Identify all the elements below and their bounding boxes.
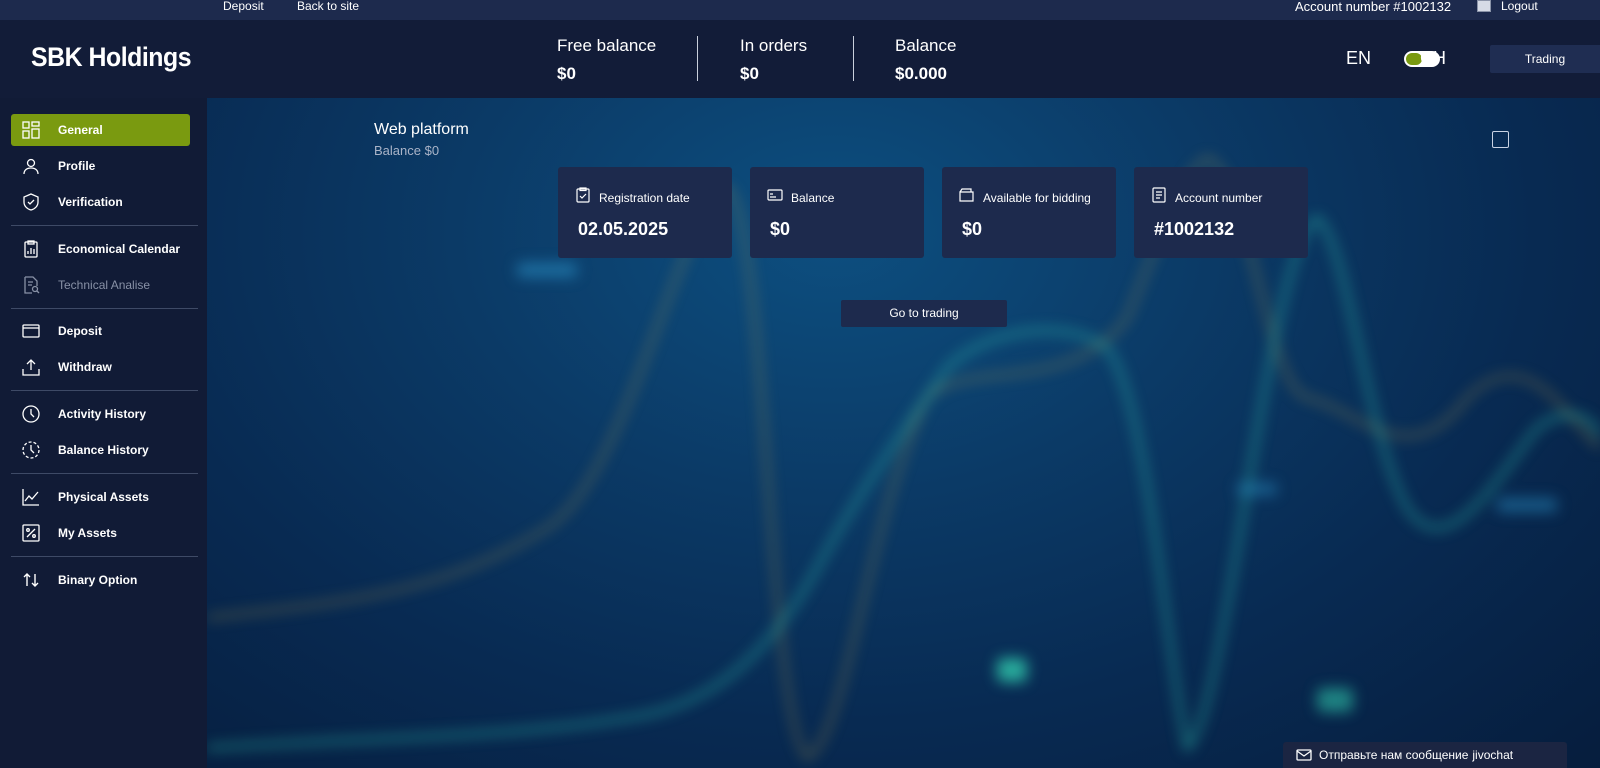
card-account-number: Account number #1002132 bbox=[1134, 167, 1308, 258]
sidebar-divider bbox=[11, 225, 198, 226]
trading-button[interactable]: Trading bbox=[1490, 45, 1600, 73]
sidebar-item-withdraw[interactable]: Withdraw bbox=[11, 351, 190, 383]
sidebar-item-label: Activity History bbox=[58, 407, 147, 421]
top-strip: Deposit Back to site Account number #100… bbox=[0, 0, 1600, 20]
go-to-trading-button[interactable]: Go to trading bbox=[841, 300, 1007, 327]
clipboard-chart-icon bbox=[21, 239, 41, 259]
stat-value: $0 bbox=[740, 64, 759, 83]
stat-value: $0 bbox=[557, 64, 576, 83]
grid-icon bbox=[21, 120, 41, 140]
main-content: Web platform Balance $0 Registration dat… bbox=[207, 98, 1600, 768]
sidebar-item-verification[interactable]: Verification bbox=[11, 186, 190, 218]
sidebar-item-technical-analise[interactable]: Technical Analise bbox=[11, 269, 190, 301]
card-available-for-bidding: Available for bidding $0 bbox=[942, 167, 1116, 258]
sidebar-item-deposit[interactable]: Deposit bbox=[11, 315, 190, 347]
chat-brand: jivochat bbox=[1472, 748, 1514, 762]
sidebar-item-label: Technical Analise bbox=[58, 278, 151, 292]
sidebar-item-general[interactable]: General bbox=[11, 114, 190, 146]
sidebar-item-economical-calendar[interactable]: Economical Calendar bbox=[11, 233, 190, 265]
stat-label: Balance bbox=[895, 36, 957, 55]
sidebar-item-label: Binary Option bbox=[58, 573, 138, 587]
header: SBK Holdings Free balance $0 In orders $… bbox=[0, 20, 1600, 98]
sidebar-divider bbox=[11, 390, 198, 391]
calendar-check-icon bbox=[575, 187, 591, 208]
broken-image-icon bbox=[1477, 0, 1491, 12]
lang-en-label[interactable]: EN bbox=[1346, 48, 1371, 69]
shield-check-icon bbox=[21, 192, 41, 212]
image-toggle-icon[interactable] bbox=[1492, 131, 1509, 148]
sidebar-item-label: My Assets bbox=[58, 526, 117, 540]
sidebar-item-label: Withdraw bbox=[58, 360, 112, 374]
deposit-link[interactable]: Deposit bbox=[223, 0, 264, 13]
sidebar-item-my-assets[interactable]: My Assets bbox=[11, 517, 190, 549]
sidebar-item-label: Deposit bbox=[58, 324, 103, 338]
receipt-icon bbox=[1151, 187, 1167, 208]
sidebar-item-label: Economical Calendar bbox=[58, 242, 181, 256]
arrows-updown-icon bbox=[21, 570, 41, 590]
card-label: Account number bbox=[1175, 190, 1263, 205]
card-value: $0 bbox=[770, 219, 791, 239]
card-label: Balance bbox=[791, 190, 835, 205]
wallet-icon bbox=[21, 321, 41, 341]
document-search-icon bbox=[21, 275, 41, 295]
sidebar-divider bbox=[11, 556, 198, 557]
card-value: $0 bbox=[962, 219, 983, 239]
user-icon bbox=[21, 156, 41, 176]
sidebar-item-label: General bbox=[58, 123, 103, 137]
stat-value: $0.000 bbox=[895, 64, 947, 83]
card-balance: Balance $0 bbox=[750, 167, 924, 258]
mail-icon bbox=[1296, 749, 1312, 761]
back-to-site-link[interactable]: Back to site bbox=[297, 0, 359, 13]
upload-icon bbox=[21, 357, 41, 377]
percent-icon bbox=[21, 523, 41, 543]
stat-label: In orders bbox=[740, 36, 808, 55]
card-registration-date: Registration date 02.05.2025 bbox=[558, 167, 732, 258]
card-label: Registration date bbox=[599, 190, 690, 205]
lang-ch-label[interactable]: CH bbox=[1420, 48, 1446, 69]
sidebar-item-physical-assets[interactable]: Physical Assets bbox=[11, 481, 190, 513]
stat-in-orders: In orders $0 bbox=[740, 36, 807, 84]
card-icon bbox=[767, 187, 783, 208]
chat-widget[interactable]: Отправьте нам сообщение jivochat bbox=[1283, 742, 1567, 768]
logout-link[interactable]: Logout bbox=[1501, 0, 1538, 13]
stat-label: Free balance bbox=[557, 36, 657, 55]
sidebar-item-profile[interactable]: Profile bbox=[11, 150, 190, 182]
sidebar-item-balance-history[interactable]: Balance History bbox=[11, 434, 190, 466]
sidebar-item-label: Balance History bbox=[58, 443, 149, 457]
account-number-text: Account number #1002132 bbox=[1295, 0, 1452, 14]
page-title: Web platform bbox=[374, 121, 469, 138]
clock-icon bbox=[21, 404, 41, 424]
card-value: 02.05.2025 bbox=[578, 219, 669, 239]
stat-balance: Balance $0.000 bbox=[895, 36, 956, 84]
sidebar-divider bbox=[11, 308, 198, 309]
sidebar: General Profile Verification Economical … bbox=[0, 98, 207, 768]
logo[interactable]: SBK Holdings bbox=[31, 42, 192, 73]
card-value: #1002132 bbox=[1154, 219, 1235, 239]
clock-dashed-icon bbox=[21, 440, 41, 460]
stat-free-balance: Free balance $0 bbox=[557, 36, 656, 84]
sidebar-divider bbox=[11, 473, 198, 474]
sidebar-item-label: Physical Assets bbox=[58, 490, 149, 504]
wallet-icon bbox=[959, 187, 975, 208]
sidebar-item-activity-history[interactable]: Activity History bbox=[11, 398, 190, 430]
chat-message: Отправьте нам сообщение bbox=[1319, 748, 1469, 762]
line-chart-icon bbox=[21, 487, 41, 507]
sidebar-item-label: Profile bbox=[58, 159, 96, 173]
stat-divider bbox=[697, 36, 698, 81]
sidebar-item-label: Verification bbox=[58, 195, 123, 209]
stat-divider bbox=[853, 36, 854, 81]
page-subtitle: Balance $0 bbox=[374, 143, 440, 158]
sidebar-item-binary-option[interactable]: Binary Option bbox=[11, 564, 190, 596]
card-label: Available for bidding bbox=[983, 190, 1091, 205]
